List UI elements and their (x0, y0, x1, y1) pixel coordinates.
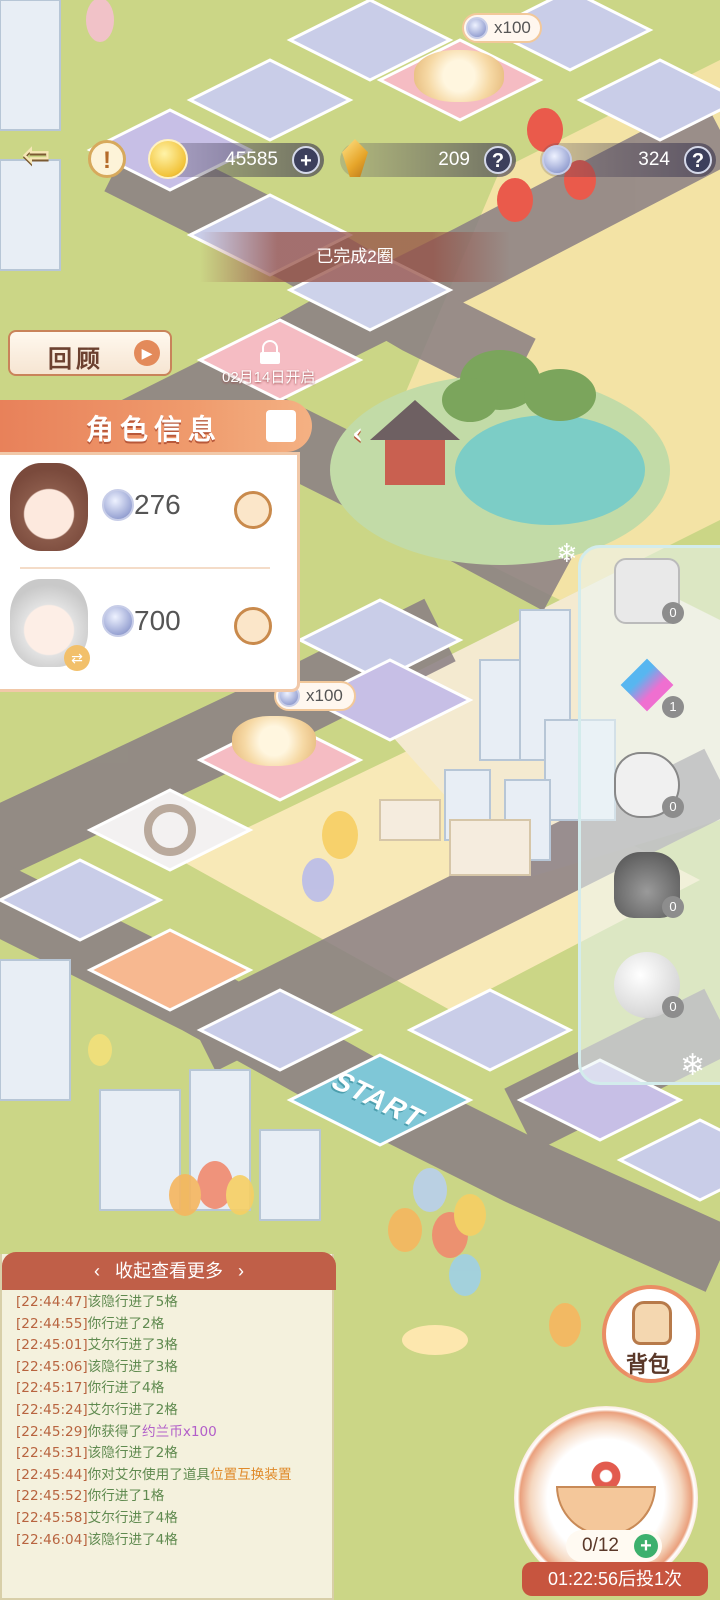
character-row[interactable]: 276 (0, 455, 300, 567)
character-ticket-value: 276 (134, 489, 181, 520)
review-label: 回顾 (48, 344, 104, 373)
back-arrow-icon: ⇦ (22, 136, 51, 174)
mooncake-item-icon[interactable] (234, 607, 272, 645)
list-item: [22:45:58]艾尔行进了4格 (16, 1509, 178, 1526)
ticket-value: 324 (638, 149, 670, 170)
character-row[interactable]: ⇄ 700 (0, 571, 300, 683)
list-item: [22:45:44]你对艾尔使用了道具位置互换装置 (16, 1466, 292, 1483)
character-list: 276 ⇄ 700 (0, 452, 300, 692)
mooncake-icon[interactable] (232, 716, 316, 766)
ticket-coin-icon (102, 489, 134, 521)
prop-grab[interactable]: 0 (614, 752, 698, 842)
gem-help-button[interactable]: ? (484, 146, 512, 174)
prop-snowball[interactable]: 0 (614, 952, 698, 1042)
ticket-counter: 324 ? (540, 143, 716, 177)
chevron-right-icon: › (238, 1261, 245, 1281)
lock-icon-body (260, 352, 280, 364)
list-item: [22:45:17]你行进了4格 (16, 1380, 165, 1397)
play-arrow-icon: ▶ (134, 340, 160, 366)
prop-count: 0 (662, 796, 684, 818)
event-log: ‹ 收起查看更多 › [22:44:47]该隐行进了5格 [22:44:55]你… (0, 1252, 336, 1600)
avatar[interactable] (10, 463, 88, 551)
log-list: [22:44:47]该隐行进了5格 [22:44:55]你行进了2格 [22:4… (16, 1292, 328, 1551)
list-item: [22:45:29]你获得了约兰币x100 (16, 1423, 217, 1440)
gold-coin-icon (148, 139, 188, 179)
lap-banner: 已完成2圈 (200, 232, 510, 282)
ticket-coin-icon (466, 17, 488, 39)
chevron-left-icon: ‹ (352, 417, 370, 450)
prop-dice[interactable]: 0 (614, 558, 698, 648)
list-item: [22:44:55]你行进了2格 (16, 1315, 165, 1332)
gem-value: 209 (438, 149, 470, 170)
character-panel-title: 角色信息 (86, 413, 223, 446)
ticket-help-button[interactable]: ? (684, 146, 712, 174)
prop-sack[interactable]: 0 (614, 852, 698, 942)
add-gold-button[interactable]: + (292, 146, 320, 174)
review-button[interactable]: 回顾 ▶ (8, 330, 172, 376)
back-button[interactable]: ⇦ (22, 135, 78, 181)
dice-count: 0/12 + (566, 1530, 662, 1562)
swap-icon: ⇄ (64, 645, 90, 671)
chevron-left-icon: ‹ (93, 1261, 100, 1281)
log-collapse-button[interactable]: ‹ 收起查看更多 › (2, 1252, 336, 1290)
add-dice-button[interactable]: + (634, 1534, 658, 1558)
backpack-icon (632, 1301, 672, 1345)
prop-swap[interactable]: 1 (614, 652, 698, 742)
list-item: [22:46:04]该隐行进了4格 (16, 1531, 178, 1548)
collapse-panel-button[interactable]: ‹ (266, 410, 363, 450)
row-divider (20, 567, 270, 569)
locked-tile-date: 02月14日开启 (222, 369, 316, 386)
list-item: [22:44:47]该隐行进了5格 (16, 1294, 178, 1310)
snowflake-icon: ❄ (680, 1049, 706, 1082)
ticket-coin-icon (102, 605, 134, 637)
dice-timer: 01:22:56后投1次 (522, 1562, 708, 1596)
mooncake-icon[interactable] (414, 50, 504, 102)
prop-count: 0 (662, 896, 684, 918)
list-item: [22:45:01]艾尔行进了3格 (16, 1337, 178, 1354)
log-header-label: 收起查看更多 (115, 1261, 223, 1281)
character-panel-header: 角色信息 ‹ (0, 400, 363, 452)
character-panel: 角色信息 ‹ 276 ⇄ 700 (0, 400, 363, 692)
hands-icon (556, 1486, 656, 1536)
locked-tile: 02月14日开启 (210, 340, 360, 390)
gold-counter: 45585 + (148, 139, 324, 179)
ticket-coin-icon (542, 145, 572, 175)
bag-label: 背包 (626, 1352, 671, 1378)
tile-reward-badge: x100 (462, 13, 542, 43)
list-item: [22:45:06]该隐行进了3格 (16, 1358, 178, 1375)
snowflake-icon: ❄ (556, 538, 578, 568)
dice-count-value: 0/12 (582, 1535, 619, 1556)
prop-count: 0 (662, 996, 684, 1018)
list-item: [22:45:52]你行进了1格 (16, 1488, 165, 1505)
prop-count: 0 (662, 602, 684, 624)
list-item: [22:45:31]该隐行进了2格 (16, 1445, 178, 1462)
bag-button[interactable]: 背包 (602, 1285, 700, 1383)
alert-button[interactable]: ! (88, 140, 126, 178)
list-item: [22:45:24]艾尔行进了2格 (16, 1401, 178, 1418)
mooncake-item-icon[interactable] (234, 491, 272, 529)
gem-counter: 209 ? (340, 139, 516, 177)
prop-count: 1 (662, 696, 684, 718)
gold-value: 45585 (225, 149, 278, 170)
exclamation-icon: ! (103, 147, 111, 174)
character-ticket-value: 700 (134, 605, 181, 636)
